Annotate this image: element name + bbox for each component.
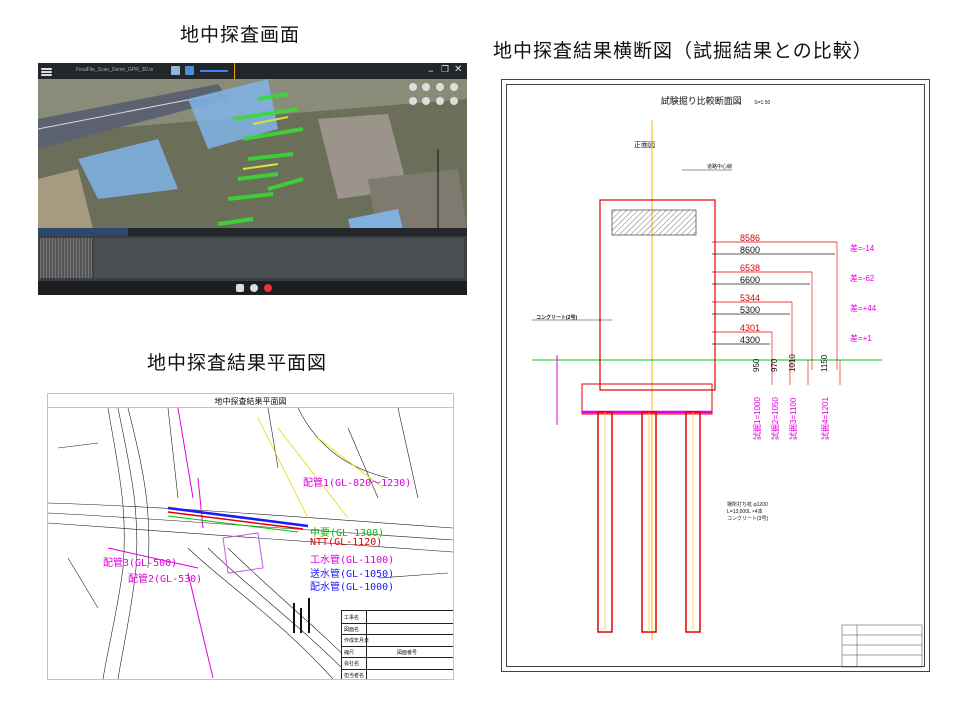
view-icon[interactable] xyxy=(185,66,194,75)
label-pipe2: 配管2(GL-530) xyxy=(128,574,203,585)
depth-value: 1010 xyxy=(788,354,797,372)
dim-red-value: 5344 xyxy=(740,293,761,303)
test-pit-label: 試掘3=1100 xyxy=(789,397,798,440)
slider-track[interactable] xyxy=(200,70,228,72)
hatched-block xyxy=(611,209,697,236)
layers-icon[interactable] xyxy=(171,66,180,75)
footer-layer-icon[interactable] xyxy=(250,284,258,292)
dim-black-value: 5300 xyxy=(740,305,761,315)
menu-icon[interactable] xyxy=(41,68,52,70)
test-pit-label: 試掘4=1201 xyxy=(821,397,830,440)
dim-black-value: 8600 xyxy=(740,245,761,255)
plan-title-block: 工事名 図面名 作成年月日 縮尺 図面番号 会社名 担当者名 xyxy=(341,610,453,679)
radargram-trace xyxy=(40,238,92,278)
plan-drawing-title: 地中探査結果平面図 xyxy=(214,397,287,406)
dim-diff: 差=-14 xyxy=(850,244,875,253)
depth-value: 1150 xyxy=(820,354,829,372)
dim-diff: 差=+44 xyxy=(850,304,877,313)
gpr-file-name: FinalFile_Scan_Demo_GPR_3D.ts xyxy=(76,67,154,73)
label-pipe3: 配管3(GL-500) xyxy=(103,558,178,569)
footer-tool-icon[interactable] xyxy=(236,284,244,292)
cross-section-title: 地中探査結果横断図（試掘結果との比較） xyxy=(493,40,873,62)
dim-red-value: 6538 xyxy=(740,263,761,273)
title-block-label: 工事名 xyxy=(344,615,360,621)
title-block-label: 担当者名 xyxy=(344,672,365,679)
gpr-timeline[interactable] xyxy=(38,228,467,236)
gpr-toolbar: FinalFile_Scan_Demo_GPR_3D.ts – ❐ ✕ xyxy=(38,63,467,79)
label-ntt: NTT(GL-1120) xyxy=(310,537,383,548)
title-block-label: 会社名 xyxy=(344,661,360,667)
title-block-row: 担当者名 xyxy=(342,668,453,679)
cursor-line xyxy=(234,63,235,79)
test-pit-label: 試掘1=1000 xyxy=(753,397,762,440)
radargram-empty xyxy=(94,238,464,278)
depth-value: 950 xyxy=(752,358,761,372)
title-block-label: 図面名 xyxy=(344,626,360,633)
gpr-radargram xyxy=(38,236,467,281)
title-block-label: 縮尺 xyxy=(344,649,355,656)
timeline-progress xyxy=(38,228,128,236)
depth-value: 970 xyxy=(770,358,779,372)
dim-red-value: 8586 xyxy=(740,233,761,243)
dim-black-value: 6600 xyxy=(740,275,761,285)
label-water: 配水管(GL-1000) xyxy=(310,582,395,593)
label-pipe1: 配管1(GL-820～1230) xyxy=(303,478,412,489)
test-pit-label: 試掘2=1050 xyxy=(771,397,780,440)
gpr-screen-title: 地中探査画面 xyxy=(180,24,301,46)
footer-location-icon[interactable] xyxy=(264,284,272,292)
maximize-icon[interactable]: ❐ xyxy=(441,65,449,75)
dim-diff: 差=-62 xyxy=(850,274,875,283)
gpr-footer xyxy=(38,281,467,295)
footing xyxy=(581,383,713,415)
cross-section-drawing: 試験掘り比較断面図 S=1:50 正面図 道路中心線 コンクリート(2号) 場所… xyxy=(501,79,930,672)
dim-diff: 差=+1 xyxy=(850,334,872,343)
title-block-drawing-number: 図面番号 xyxy=(397,649,418,656)
dim-black-value: 4300 xyxy=(740,335,761,345)
close-icon[interactable]: ✕ xyxy=(454,64,462,75)
plan-view-drawing: 地中探査結果平面図 配管1(GL-820～1230) 中要(GL-1300) N… xyxy=(47,393,454,680)
dim-red-value: 4301 xyxy=(740,323,761,333)
label-industrial-water: 工水管(GL-1100) xyxy=(310,555,395,566)
plan-view-title: 地中探査結果平面図 xyxy=(147,352,328,374)
gpr-screenshot: FinalFile_Scan_Demo_GPR_3D.ts – ❐ ✕ xyxy=(38,63,467,295)
drawing-title-block xyxy=(841,624,923,668)
cross-section-linework xyxy=(532,120,923,668)
minimize-icon[interactable]: – xyxy=(428,64,434,77)
